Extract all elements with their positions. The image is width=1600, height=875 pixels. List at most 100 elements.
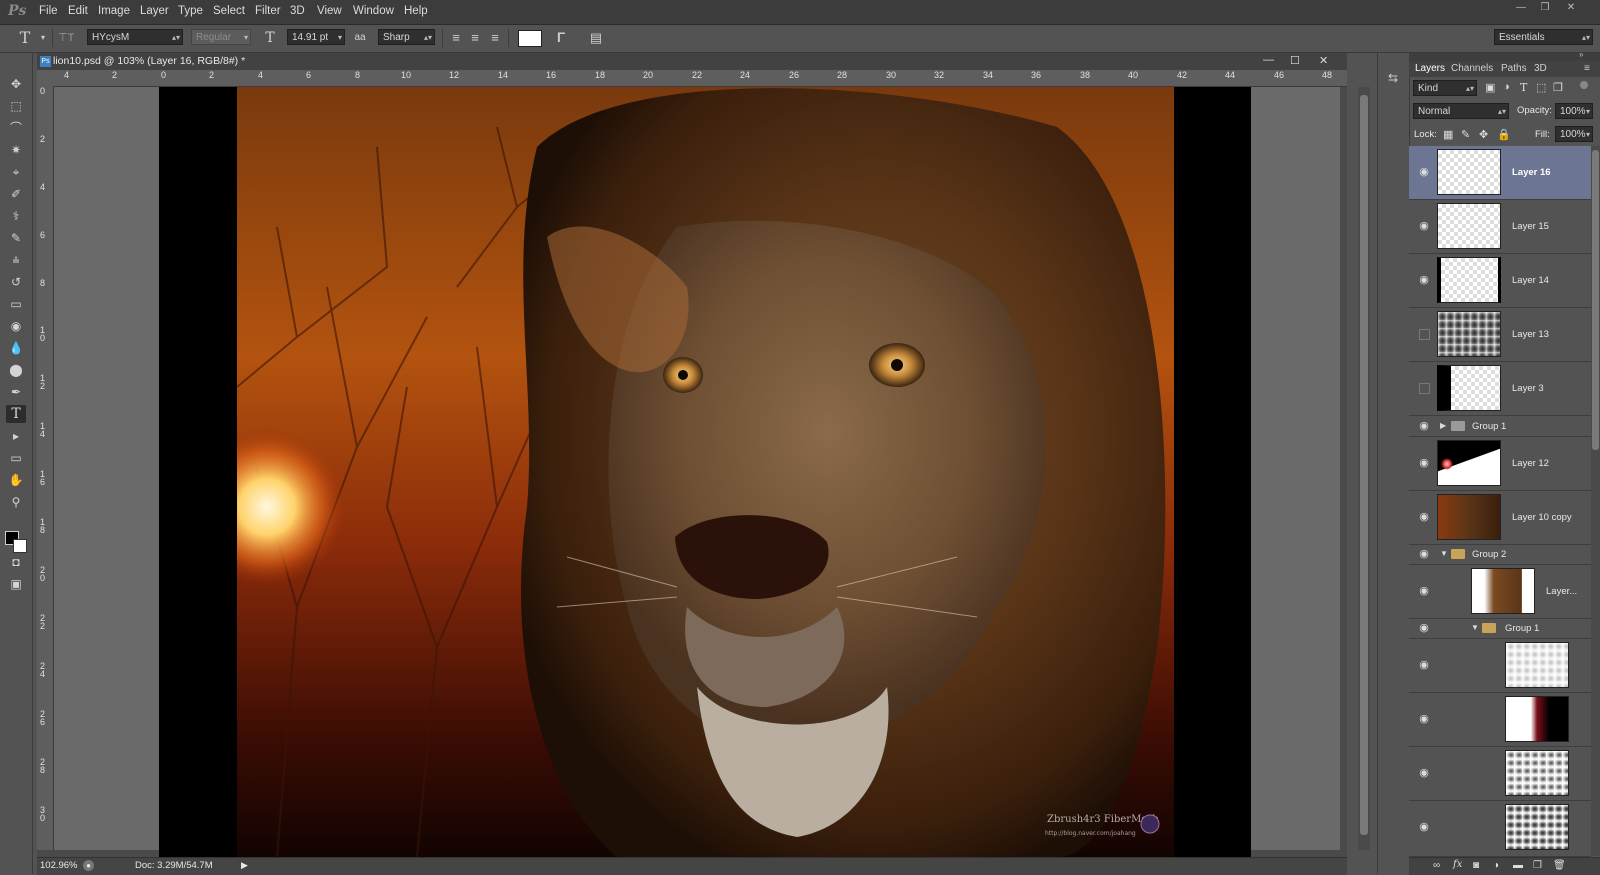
layer-name[interactable]: Layer 12 bbox=[1512, 458, 1549, 469]
workspace-select[interactable]: Essentials ▴▾ bbox=[1494, 29, 1593, 45]
menu-layer[interactable]: Layer bbox=[140, 5, 169, 17]
font-family-select[interactable]: HYcysM ▴▾ bbox=[87, 29, 183, 45]
eye-icon[interactable]: ◉ bbox=[1417, 822, 1431, 833]
layer-name[interactable]: Layer 14 bbox=[1512, 275, 1549, 286]
eye-icon[interactable]: ◉ bbox=[1417, 421, 1431, 432]
eye-icon[interactable]: ◉ bbox=[1417, 660, 1431, 671]
collapse-panel-icon[interactable]: » bbox=[1579, 50, 1583, 59]
vertical-ruler[interactable]: 0 2 4 6 8 1 0 1 2 1 4 1 6 1 8 2 0 2 2 2 … bbox=[37, 86, 54, 850]
restore-icon[interactable]: ☐ bbox=[1290, 54, 1300, 67]
move-tool-icon[interactable]: ✥ bbox=[6, 75, 26, 93]
eye-icon[interactable]: ◉ bbox=[1417, 549, 1431, 560]
lock-pixels-icon[interactable]: ✎ bbox=[1461, 128, 1470, 141]
scrollbar-thumb[interactable] bbox=[1360, 95, 1368, 835]
layer-row[interactable]: ◉ bbox=[1409, 693, 1591, 747]
lock-transparent-icon[interactable]: ▦ bbox=[1443, 128, 1453, 141]
close-icon[interactable]: ✕ bbox=[1319, 54, 1328, 67]
paint-bucket-tool-icon[interactable]: ◉ bbox=[6, 317, 26, 335]
layer-row[interactable]: ◉ Layer... bbox=[1409, 565, 1591, 619]
layer-row[interactable]: ◉ Layer 10 copy bbox=[1409, 491, 1591, 545]
menu-window[interactable]: Window bbox=[353, 5, 394, 17]
type-tool-icon[interactable]: T bbox=[6, 405, 26, 423]
blend-mode-select[interactable]: Normal ▴▾ bbox=[1413, 103, 1509, 119]
filter-adjustment-icon[interactable]: ◑ bbox=[1503, 81, 1510, 93]
status-menu-arrow-icon[interactable]: ▶ bbox=[241, 860, 248, 871]
menu-3d[interactable]: 3D bbox=[290, 5, 305, 17]
minimize-icon[interactable]: — bbox=[1263, 54, 1274, 66]
healing-brush-tool-icon[interactable]: ⚕ bbox=[6, 207, 26, 225]
screen-mode-icon[interactable]: ▣ bbox=[6, 575, 26, 593]
background-color-swatch[interactable] bbox=[13, 539, 27, 553]
antialias-select[interactable]: Sharp ▴▾ bbox=[378, 29, 435, 45]
lock-all-icon[interactable]: 🔒 bbox=[1497, 128, 1511, 141]
menu-select[interactable]: Select bbox=[213, 5, 245, 17]
eyedropper-tool-icon[interactable]: ✐ bbox=[6, 185, 26, 203]
eye-icon[interactable]: ◉ bbox=[1417, 275, 1431, 286]
tab-paths[interactable]: Paths bbox=[1501, 63, 1527, 74]
blur-tool-icon[interactable]: 💧 bbox=[6, 339, 26, 357]
layer-filter-select[interactable]: Kind ▴▾ bbox=[1413, 80, 1477, 96]
opacity-input[interactable]: 100% ▾ bbox=[1555, 103, 1593, 119]
layer-name[interactable]: Layer 13 bbox=[1512, 329, 1549, 340]
lasso-tool-icon[interactable]: ⌒ bbox=[6, 119, 26, 137]
document-tab[interactable]: Ps lion10.psd @ 103% (Layer 16, RGB/8#) … bbox=[37, 53, 1347, 71]
layer-name[interactable]: Layer 10 copy bbox=[1512, 512, 1572, 523]
text-color-swatch[interactable] bbox=[518, 30, 542, 47]
filter-smart-object-icon[interactable]: ❐ bbox=[1553, 81, 1563, 94]
visibility-toggle[interactable] bbox=[1419, 329, 1430, 340]
restore-icon[interactable]: ❐ bbox=[1536, 2, 1554, 14]
crop-tool-icon[interactable]: ⌖ bbox=[6, 163, 26, 181]
zoom-tool-icon[interactable]: ⚲ bbox=[6, 493, 26, 511]
menu-file[interactable]: File bbox=[39, 5, 58, 17]
warp-text-icon[interactable]: 𝚪 bbox=[553, 30, 569, 46]
magic-wand-tool-icon[interactable]: ✷ bbox=[6, 141, 26, 159]
layer-row[interactable]: ◉ bbox=[1409, 639, 1591, 693]
menu-type[interactable]: Type bbox=[178, 5, 203, 17]
path-selection-tool-icon[interactable]: ▸ bbox=[6, 427, 26, 445]
layer-group-row[interactable]: ◉ ▶ Group 1 bbox=[1409, 416, 1591, 437]
eye-icon[interactable]: ◉ bbox=[1417, 768, 1431, 779]
menu-view[interactable]: View bbox=[317, 5, 342, 17]
layer-row[interactable]: ◉ bbox=[1409, 801, 1591, 857]
expand-arrow-icon[interactable]: ▶ bbox=[1440, 421, 1446, 430]
hand-tool-icon[interactable]: ✋ bbox=[6, 471, 26, 489]
orientation-toggle-icon[interactable]: ⊤T bbox=[58, 30, 74, 46]
menu-edit[interactable]: Edit bbox=[68, 5, 88, 17]
menu-image[interactable]: Image bbox=[98, 5, 130, 17]
horizontal-ruler[interactable]: 4 2 0 2 4 6 8 10 12 14 16 18 20 22 24 26… bbox=[55, 70, 1347, 87]
marquee-tool-icon[interactable]: ⬚ bbox=[6, 97, 26, 115]
layer-name[interactable]: Group 2 bbox=[1472, 549, 1506, 560]
layer-name[interactable]: Group 1 bbox=[1472, 421, 1506, 432]
eye-icon[interactable]: ◉ bbox=[1417, 221, 1431, 232]
collapse-arrow-icon[interactable]: ▼ bbox=[1471, 623, 1479, 632]
scrollbar-thumb[interactable] bbox=[1592, 150, 1599, 450]
lion-artwork[interactable]: Zbrush4r3 FiberMesh http://blog.naver.co… bbox=[237, 87, 1174, 857]
eye-icon[interactable]: ◉ bbox=[1417, 586, 1431, 597]
menu-help[interactable]: Help bbox=[404, 5, 428, 17]
menu-filter[interactable]: Filter bbox=[255, 5, 281, 17]
layer-group-row[interactable]: ◉ ▼ Group 1 bbox=[1409, 619, 1591, 639]
layer-name[interactable]: Layer 16 bbox=[1512, 167, 1551, 178]
minimize-icon[interactable]: — bbox=[1512, 2, 1530, 14]
eye-icon[interactable]: ◉ bbox=[1417, 714, 1431, 725]
type-tool-icon[interactable]: T bbox=[17, 30, 33, 46]
layer-name[interactable]: Group 1 bbox=[1505, 623, 1539, 634]
layer-name[interactable]: Layer 15 bbox=[1512, 221, 1549, 232]
eraser-tool-icon[interactable]: ▭ bbox=[6, 295, 26, 313]
rectangle-tool-icon[interactable]: ▭ bbox=[6, 449, 26, 467]
brush-tool-icon[interactable]: ✎ bbox=[6, 229, 26, 247]
panel-menu-icon[interactable]: ≡ bbox=[1584, 63, 1590, 74]
tab-layers[interactable]: Layers bbox=[1415, 63, 1445, 74]
fill-input[interactable]: 100% ▾ bbox=[1555, 126, 1593, 142]
filter-type-icon[interactable]: T bbox=[1520, 81, 1527, 94]
layer-row[interactable]: Layer 13 bbox=[1409, 308, 1591, 362]
layer-row[interactable]: ◉ bbox=[1409, 747, 1591, 801]
collapse-arrow-icon[interactable]: ▼ bbox=[1440, 549, 1448, 558]
visibility-toggle[interactable] bbox=[1419, 383, 1430, 394]
filter-image-icon[interactable]: ▣ bbox=[1485, 81, 1495, 94]
layer-row[interactable]: Layer 3 bbox=[1409, 362, 1591, 416]
align-right-icon[interactable]: ≡ bbox=[487, 30, 503, 46]
layer-name[interactable]: Layer... bbox=[1546, 586, 1577, 597]
layer-row[interactable]: ◉ Layer 14 bbox=[1409, 254, 1591, 308]
tool-preset-chevron-icon[interactable]: ▾ bbox=[35, 30, 51, 46]
